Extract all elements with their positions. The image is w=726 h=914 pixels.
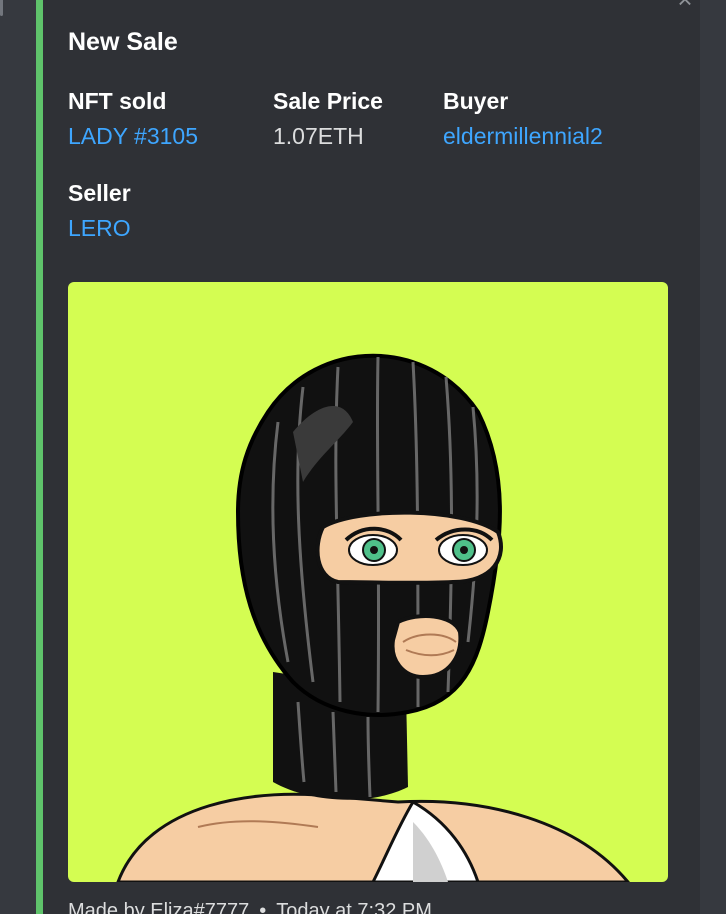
footer-timestamp: Today at 7:32 PM (276, 900, 432, 914)
discord-message-area: × New Sale NFT sold LADY #3105 Sale Pric… (0, 0, 726, 914)
field-sale-price: Sale Price 1.07ETH (273, 88, 383, 150)
sale-price-value: 1.07ETH (273, 123, 364, 149)
footer-separator: • (259, 900, 267, 914)
sale-embed: × New Sale NFT sold LADY #3105 Sale Pric… (36, 0, 700, 914)
embed-title: New Sale (68, 28, 178, 56)
message-hover-indicator (0, 0, 3, 16)
footer-author: Made by Eliza#7777 (68, 900, 250, 914)
buyer-link[interactable]: eldermillennial2 (443, 123, 603, 150)
field-name: Sale Price (273, 88, 383, 114)
field-name: NFT sold (68, 88, 167, 114)
field-buyer: Buyer eldermillennial2 (443, 88, 603, 150)
nft-image[interactable] (68, 282, 668, 882)
field-name: Buyer (443, 88, 509, 114)
seller-link[interactable]: LERO (68, 215, 131, 242)
close-icon[interactable]: × (672, 0, 698, 12)
field-name: Seller (68, 180, 131, 206)
balaclava-portrait (116, 353, 630, 882)
embed-footer: Made by Eliza#7777 • Today at 7:32 PM (68, 900, 432, 914)
field-nft-sold: NFT sold LADY #3105 (68, 88, 198, 150)
nft-link[interactable]: LADY #3105 (68, 123, 198, 150)
field-seller: Seller LERO (68, 180, 131, 242)
